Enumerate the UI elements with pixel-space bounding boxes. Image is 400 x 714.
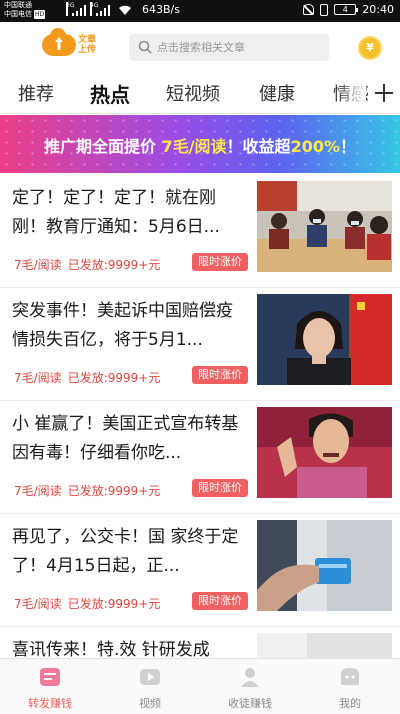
tab-short-video[interactable]: 短视频	[166, 80, 220, 106]
article-item[interactable]: 小 崔赢了！美国正式宣布转基因有毒！仔细看你吃... 7毛/阅读 已发放:9999…	[0, 401, 400, 514]
article-meta: 7毛/阅读 已发放:9999+元	[14, 484, 161, 498]
tab-recommend[interactable]: 推荐	[18, 80, 54, 106]
wifi-icon	[119, 5, 131, 15]
share-earn-icon	[40, 668, 60, 686]
signal-icon: 3G	[66, 2, 88, 16]
mute-bell-icon	[303, 4, 315, 15]
network-speed: 643B/s	[142, 3, 180, 16]
add-channel-button[interactable]	[368, 72, 400, 113]
search-bar[interactable]	[129, 34, 329, 61]
search-input[interactable]	[157, 34, 323, 61]
nav-share-earn[interactable]: 转发赚钱	[0, 659, 100, 714]
network-type-1: 3G	[66, 2, 74, 16]
nav-label: 视频	[139, 697, 161, 710]
profile-icon	[341, 668, 359, 685]
banner-text: 推广期全面提价 7毛/阅读！收益超200%！	[43, 137, 357, 156]
tab-health[interactable]: 健康	[259, 80, 295, 106]
price-up-badge: 限时涨价	[192, 479, 248, 497]
article-thumbnail	[257, 520, 392, 611]
nav-label: 我的	[339, 697, 361, 710]
bottom-nav: 转发赚钱 视频 收徒赚钱 我的	[0, 658, 400, 714]
video-icon	[140, 669, 160, 685]
nav-video[interactable]: 视频	[100, 659, 200, 714]
article-title: 再见了，公交卡！国 家终于定了！4月15日起，正...	[12, 527, 239, 576]
promo-banner[interactable]: 推广期全面提价 7毛/阅读！收益超200%！	[0, 115, 400, 173]
article-meta: 7毛/阅读 已发放:9999+元	[14, 597, 161, 611]
clock: 20:40	[362, 3, 394, 16]
vibrate-icon	[320, 3, 329, 16]
carrier-info: 中国联通 中国电信 HD	[4, 1, 46, 19]
article-title: 定了！定了！定了！就在刚刚！教育厅通知：5月6日...	[12, 188, 220, 237]
carrier-2: 中国电信	[4, 10, 32, 18]
upload-article-button[interactable]: 文章上传	[42, 28, 98, 56]
nav-label: 转发赚钱	[28, 697, 72, 710]
nav-recruit-earn[interactable]: 收徒赚钱	[200, 659, 300, 714]
article-meta: 7毛/阅读 已发放:9999+元	[14, 371, 161, 385]
carrier-1: 中国联通	[4, 1, 32, 9]
article-thumbnail	[257, 407, 392, 498]
price-up-badge: 限时涨价	[192, 253, 248, 271]
article-item[interactable]: 再见了，公交卡！国 家终于定了！4月15日起，正... 7毛/阅读 已发放:999…	[0, 514, 400, 627]
article-item[interactable]: 定了！定了！定了！就在刚刚！教育厅通知：5月6日... 7毛/阅读 已发放:999…	[0, 175, 400, 288]
article-item[interactable]: 突发事件！美起诉中国赔偿疫情损失百亿，将于5月1... 7毛/阅读 已发放:999…	[0, 288, 400, 401]
person-icon	[241, 668, 259, 687]
status-bar: 中国联通 中国电信 HD 3G 4G 643B/s 4 20:40	[0, 0, 400, 22]
article-meta: 7毛/阅读 已发放:9999+元	[14, 258, 161, 272]
upload-label: 文章上传	[78, 35, 97, 55]
price-up-badge: 限时涨价	[192, 366, 248, 384]
battery-icon: 4	[334, 4, 359, 15]
nav-mine[interactable]: 我的	[300, 659, 400, 714]
coin-icon[interactable]: ¥	[358, 36, 382, 60]
network-type-2: 4G	[90, 2, 98, 16]
hd-badge: HD	[34, 10, 46, 19]
article-title: 突发事件！美起诉中国赔偿疫情损失百亿，将于5月1...	[12, 301, 233, 350]
category-tabs: 推荐 热点 短视频 健康 情感	[0, 72, 400, 114]
article-title: 小 崔赢了！美国正式宣布转基因有毒！仔细看你吃...	[12, 414, 239, 463]
price-up-badge: 限时涨价	[192, 592, 248, 610]
article-thumbnail	[257, 294, 392, 385]
signal-icon-2: 4G	[90, 2, 112, 16]
search-icon	[138, 40, 152, 54]
article-thumbnail	[257, 181, 392, 272]
app-header: 文章上传 ¥	[0, 22, 400, 72]
nav-label: 收徒赚钱	[228, 697, 272, 710]
cloud-upload-icon	[42, 28, 76, 56]
tab-hot[interactable]: 热点	[90, 79, 130, 108]
